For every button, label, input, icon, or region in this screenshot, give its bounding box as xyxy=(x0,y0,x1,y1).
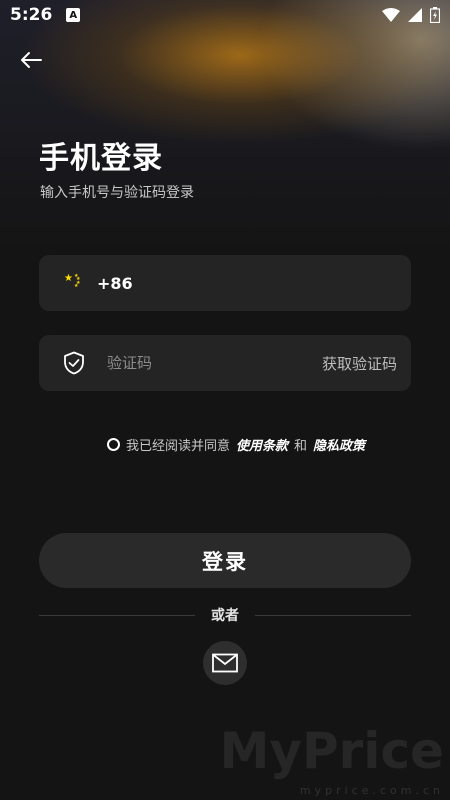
get-code-button[interactable]: 获取验证码 xyxy=(322,353,397,374)
or-divider: 或者 xyxy=(39,605,411,625)
divider-line-right xyxy=(255,614,411,616)
divider-text: 或者 xyxy=(211,608,239,624)
app-notification-icon: A xyxy=(66,8,81,22)
verification-code-input[interactable] xyxy=(105,353,289,373)
arrow-left-icon xyxy=(21,52,42,68)
email-login-button[interactable] xyxy=(203,641,247,685)
status-time: 5:26 xyxy=(10,5,53,25)
country-code[interactable]: +86 xyxy=(97,274,133,293)
login-button[interactable]: 登录 xyxy=(39,533,411,588)
china-flag-icon[interactable]: ★ ★ ★ ★ ★ xyxy=(61,273,91,293)
status-bar: 5:26 A xyxy=(0,0,450,30)
back-button[interactable] xyxy=(16,46,46,74)
agreement-checkbox[interactable] xyxy=(107,438,120,451)
agreement-row: 我已经阅读并同意 使用条款 和 隐私政策 xyxy=(107,435,371,454)
status-indicators xyxy=(382,7,440,23)
page-subtitle: 输入手机号与验证码登录 xyxy=(40,185,194,201)
shield-check-icon xyxy=(64,351,84,375)
mail-icon xyxy=(212,653,238,673)
page-title: 手机登录 xyxy=(39,141,163,176)
signal-icon xyxy=(408,8,422,22)
terms-link[interactable]: 使用条款 xyxy=(236,435,288,454)
header-background xyxy=(0,0,450,260)
watermark-logo: MyPrice xyxy=(219,722,444,780)
watermark-url: myprice.com.cn xyxy=(299,784,444,797)
agreement-text: 我已经阅读并同意 xyxy=(126,439,231,454)
wifi-icon xyxy=(382,8,400,22)
agreement-and: 和 xyxy=(294,439,308,454)
privacy-link[interactable]: 隐私政策 xyxy=(313,435,365,454)
divider-line-left xyxy=(39,614,195,616)
phone-field[interactable]: ★ ★ ★ ★ ★ +86 xyxy=(39,255,411,311)
verification-code-field[interactable]: 获取验证码 xyxy=(39,335,411,391)
battery-icon xyxy=(430,7,440,23)
